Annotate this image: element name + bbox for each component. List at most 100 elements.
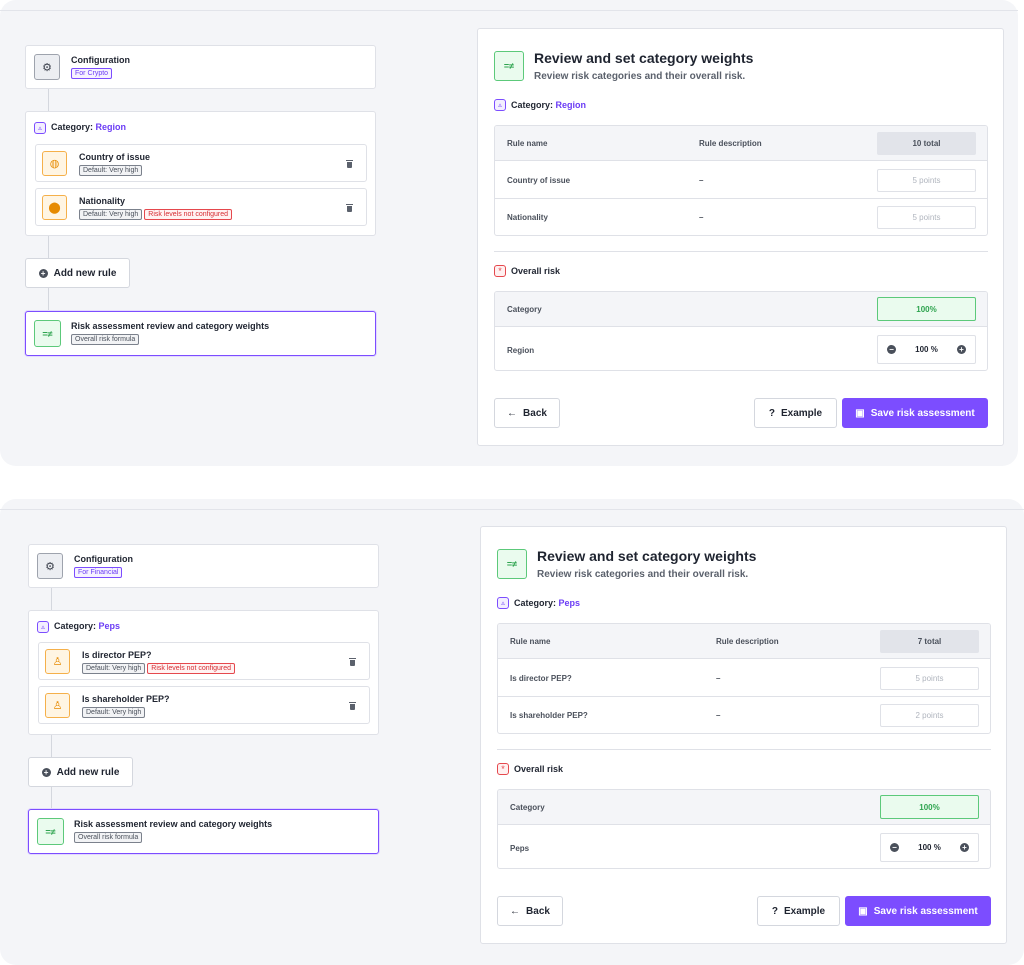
back-button[interactable]: ← Back xyxy=(497,896,563,926)
default-badge: Default: Very high xyxy=(82,707,146,718)
total-points: 10 total xyxy=(877,132,976,155)
formula-icon: =≠ xyxy=(34,320,61,347)
table-row: Peps − 100 % + xyxy=(498,825,990,868)
rules-table: Rule name Rule description 10 total Coun… xyxy=(494,125,988,236)
add-new-rule-button[interactable]: + Add new rule xyxy=(28,757,133,787)
category-label: Category: Peps xyxy=(514,598,581,608)
configuration-card[interactable]: ⚙ Configuration For Financial xyxy=(28,544,379,588)
overall-risk-table: Category 100% Peps − 100 % + xyxy=(497,789,991,869)
category-prefix: Category: xyxy=(51,122,94,132)
review-title: Risk assessment review and category weig… xyxy=(74,819,273,829)
screen-panel-1: ⚙ Configuration For Crypto ▵ Category: R… xyxy=(0,0,1018,466)
rule-card[interactable]: ◍ Country of issue Default: Very high xyxy=(35,144,367,182)
config-badge: For Financial xyxy=(74,567,123,578)
person-icon: ♙ xyxy=(45,693,70,718)
rule-card[interactable]: ♙ Is shareholder PEP? Default: Very high xyxy=(38,686,370,724)
screen-panel-2: ⚙ Configuration For Financial ▵ Category… xyxy=(0,499,1024,965)
top-divider xyxy=(0,509,1024,510)
rule-card[interactable]: ⬤ Nationality Default: Very high Risk le… xyxy=(35,188,367,226)
table-row: Country of issue – 5 points xyxy=(495,161,987,199)
category-group: ▵ Category: Region ◍ Country of issue De… xyxy=(25,111,376,236)
page-title: Review and set category weights xyxy=(537,548,757,564)
review-weights-card: =≠ Review and set category weights Revie… xyxy=(480,526,1007,944)
points-input[interactable]: 2 points xyxy=(880,704,979,727)
add-new-rule-button[interactable]: + Add new rule xyxy=(25,258,130,288)
plus-icon: + xyxy=(41,767,51,777)
save-icon: ▣ xyxy=(858,905,868,917)
points-input[interactable]: 5 points xyxy=(880,667,979,690)
table-row: Is director PEP? – 5 points xyxy=(498,659,990,697)
rule-title: Nationality xyxy=(79,196,126,206)
review-badge: Overall risk formula xyxy=(71,334,140,345)
minus-icon[interactable]: − xyxy=(887,345,896,354)
plus-icon: + xyxy=(38,268,48,278)
warning-badge: Risk levels not configured xyxy=(144,209,233,220)
weight-stepper[interactable]: − 100 % + xyxy=(880,833,979,862)
category-label: Category: Region xyxy=(51,122,126,132)
category-icon: ▵ xyxy=(497,597,509,609)
arrow-left-icon: ← xyxy=(510,905,521,917)
category-label: Category: Region xyxy=(511,100,587,110)
example-button[interactable]: ? Example xyxy=(754,398,837,428)
warning-badge: Risk levels not configured xyxy=(147,663,236,674)
gear-icon: ⚙ xyxy=(34,54,60,80)
default-badge: Default: Very high xyxy=(79,209,143,220)
trash-icon[interactable] xyxy=(349,658,356,666)
minus-icon[interactable]: − xyxy=(890,843,899,852)
default-badge: Default: Very high xyxy=(79,165,143,176)
arrow-left-icon: ← xyxy=(507,407,518,419)
section-divider xyxy=(497,749,991,750)
weight-stepper[interactable]: − 100 % + xyxy=(877,335,976,364)
plus-icon[interactable]: + xyxy=(960,843,969,852)
configuration-card[interactable]: ⚙ Configuration For Crypto xyxy=(25,45,376,89)
total-percent: 100% xyxy=(880,795,979,819)
gear-icon: ⚙ xyxy=(37,553,63,579)
section-divider xyxy=(494,251,988,252)
overall-risk-label: Overall risk xyxy=(511,266,561,276)
top-divider xyxy=(0,10,1018,11)
asterisk-icon: * xyxy=(494,265,506,277)
formula-icon: =≠ xyxy=(497,549,527,579)
review-title: Risk assessment review and category weig… xyxy=(71,321,270,331)
asterisk-icon: * xyxy=(497,763,509,775)
overall-risk-label: Overall risk xyxy=(514,764,564,774)
total-percent: 100% xyxy=(877,297,976,321)
formula-icon: =≠ xyxy=(37,818,64,845)
trash-icon[interactable] xyxy=(346,160,353,168)
category-name: Region xyxy=(95,122,127,132)
review-card[interactable]: =≠ Risk assessment review and category w… xyxy=(28,809,379,854)
review-weights-card: =≠ Review and set category weights Revie… xyxy=(477,28,1004,446)
rule-title: Is shareholder PEP? xyxy=(82,694,170,704)
review-card[interactable]: =≠ Risk assessment review and category w… xyxy=(25,311,376,356)
add-rule-label: Add new rule xyxy=(56,766,120,778)
rule-card[interactable]: ♙ Is director PEP? Default: Very high Ri… xyxy=(38,642,370,680)
overall-risk-table: Category 100% Region − 100 % + xyxy=(494,291,988,371)
question-icon: ? xyxy=(768,407,775,419)
back-button[interactable]: ← Back xyxy=(494,398,560,428)
plus-icon[interactable]: + xyxy=(957,345,966,354)
page-title: Review and set category weights xyxy=(534,50,754,66)
default-badge: Default: Very high xyxy=(82,663,146,674)
category-name: Peps xyxy=(98,621,121,631)
category-icon: ▵ xyxy=(37,621,49,633)
header-rule-description: Rule description xyxy=(699,139,762,148)
save-risk-assessment-button[interactable]: ▣ Save risk assessment xyxy=(842,398,988,428)
category-icon: ▵ xyxy=(494,99,506,111)
rules-table: Rule name Rule description 7 total Is di… xyxy=(497,623,991,734)
add-rule-label: Add new rule xyxy=(53,267,117,279)
trash-icon[interactable] xyxy=(346,204,353,212)
points-input[interactable]: 5 points xyxy=(877,206,976,229)
save-icon: ▣ xyxy=(855,407,865,419)
rule-title: Country of issue xyxy=(79,152,151,162)
save-risk-assessment-button[interactable]: ▣ Save risk assessment xyxy=(845,896,991,926)
rule-title: Is director PEP? xyxy=(82,650,152,660)
header-rule-name: Rule name xyxy=(507,139,548,148)
category-prefix: Category: xyxy=(54,621,97,631)
configuration-title: Configuration xyxy=(71,55,130,65)
points-input[interactable]: 5 points xyxy=(877,169,976,192)
trash-icon[interactable] xyxy=(349,702,356,710)
config-badge: For Crypto xyxy=(71,68,113,79)
example-button[interactable]: ? Example xyxy=(757,896,840,926)
question-icon: ? xyxy=(771,905,778,917)
page-subtitle: Review risk categories and their overall… xyxy=(534,71,746,82)
